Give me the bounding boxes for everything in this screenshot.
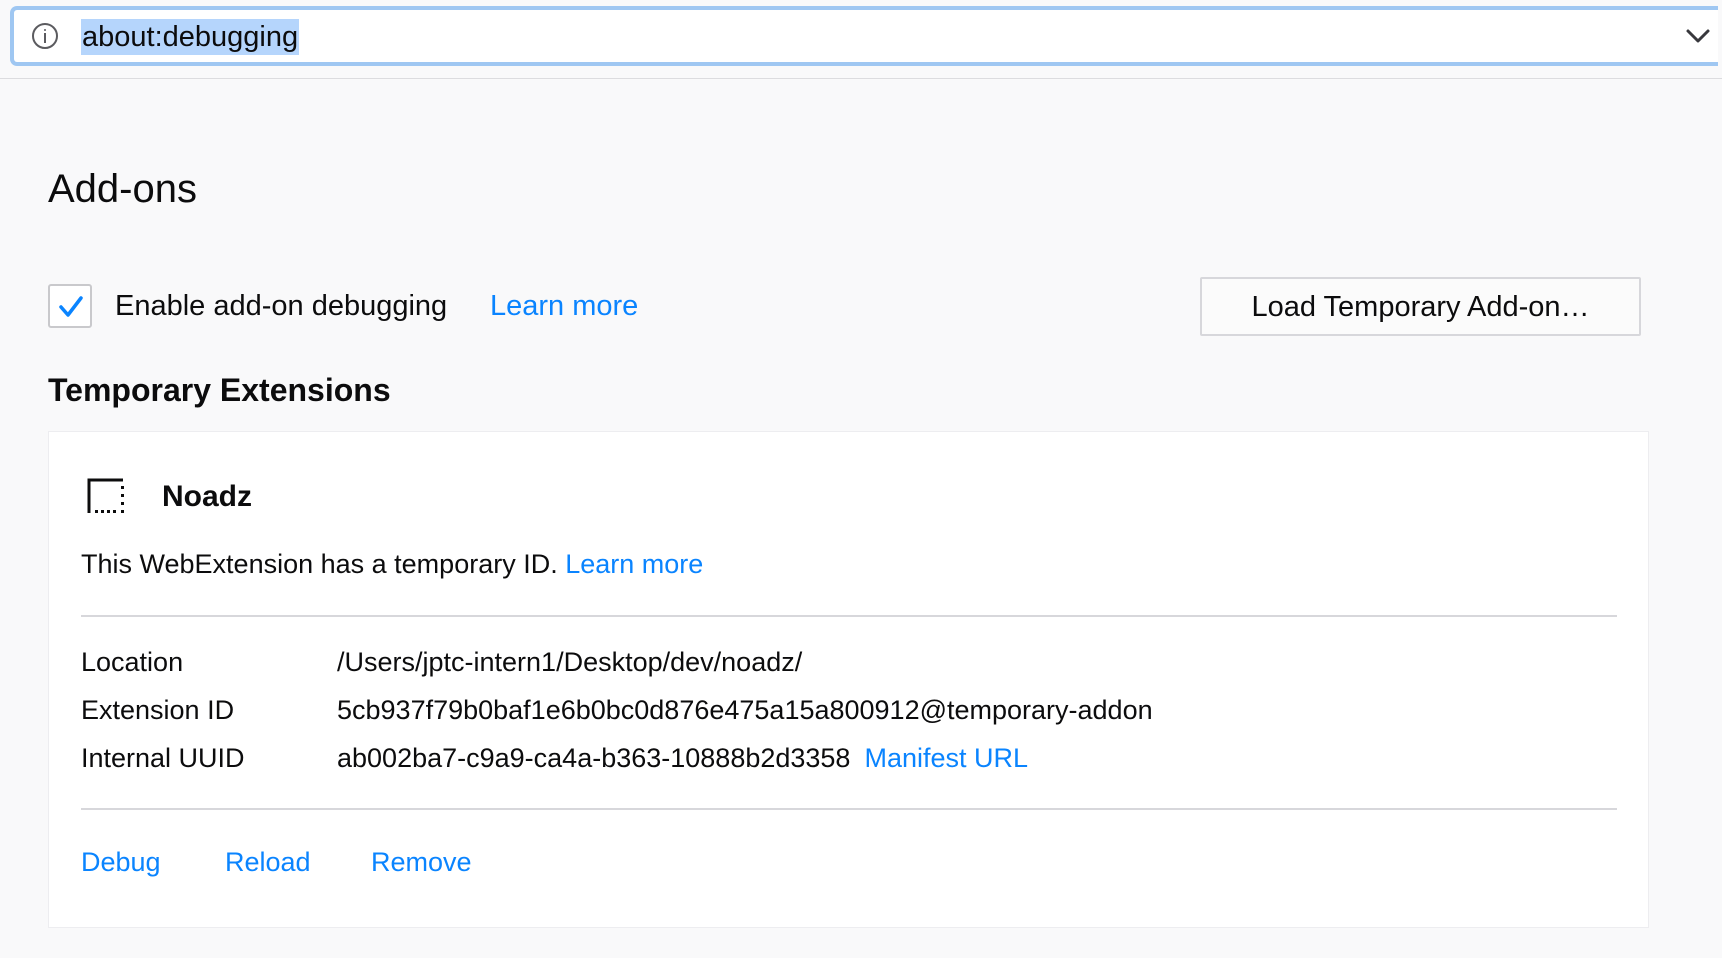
url-text[interactable]: about:debugging [81, 19, 300, 55]
url-bar[interactable]: about:debugging [10, 6, 1718, 66]
manifest-url-link[interactable]: Manifest URL [864, 743, 1028, 773]
debug-link[interactable]: Debug [81, 845, 161, 879]
toolbar: about:debugging [0, 0, 1722, 79]
extension-id-label: Extension ID [81, 695, 235, 725]
temporary-id-learn-more-link[interactable]: Learn more [565, 549, 703, 579]
enable-debugging-label[interactable]: Enable add-on debugging [115, 288, 447, 324]
extension-card: Noadz This WebExtension has a temporary … [48, 431, 1649, 928]
location-value: /Users/jptc-intern1/Desktop/dev/noadz/ [337, 647, 803, 677]
location-label: Location [81, 647, 184, 677]
internal-uuid-label: Internal UUID [81, 743, 245, 773]
remove-link[interactable]: Remove [371, 845, 472, 879]
temporary-id-text: This WebExtension has a temporary ID. [81, 549, 558, 579]
learn-more-link[interactable]: Learn more [490, 288, 638, 324]
extension-name: Noadz [162, 480, 252, 513]
load-temporary-addon-button[interactable]: Load Temporary Add-on… [1200, 277, 1641, 336]
info-icon[interactable] [32, 23, 58, 49]
reload-link[interactable]: Reload [225, 845, 311, 879]
extension-placeholder-icon [87, 478, 124, 513]
temporary-id-message: This WebExtension has a temporary ID. Le… [81, 547, 703, 581]
chevron-down-icon[interactable] [1684, 22, 1712, 50]
divider [81, 615, 1617, 617]
section-title: Temporary Extensions [48, 372, 391, 408]
divider [81, 808, 1617, 810]
extension-id-value: 5cb937f79b0baf1e6b0bc0d876e475a15a800912… [337, 695, 1153, 725]
enable-debugging-checkbox[interactable] [48, 284, 92, 328]
internal-uuid-row: ab002ba7-c9a9-ca4a-b363-10888b2d3358 Mani… [337, 741, 1028, 775]
checkmark-icon [59, 296, 83, 317]
internal-uuid-value: ab002ba7-c9a9-ca4a-b363-10888b2d3358 [337, 743, 851, 773]
page-title: Add-ons [48, 167, 197, 211]
